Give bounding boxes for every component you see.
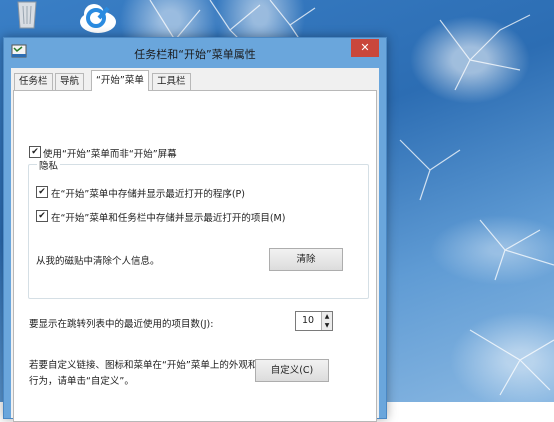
jump-list-count-spinner[interactable]: 10 ▲ ▼: [295, 311, 333, 331]
store-recent-programs-checkbox[interactable]: ✔: [36, 186, 48, 198]
clear-button[interactable]: 清除: [269, 248, 343, 271]
cloud-app-icon[interactable]: [72, 0, 120, 36]
use-start-menu-label[interactable]: 使用“开始”菜单而非“开始”屏幕: [43, 146, 177, 160]
taskbar-start-menu-properties-dialog: 任务栏和“开始”菜单属性 ✕ 任务栏 导航 “开始”菜单 工具栏 ✔ 使用“开始…: [3, 37, 387, 422]
store-recent-items-label[interactable]: 在“开始”菜单和任务栏中存储并显示最近打开的项目(M): [51, 210, 285, 224]
window-title: 任务栏和“开始”菜单属性: [134, 48, 256, 61]
close-button[interactable]: ✕: [351, 39, 379, 57]
jump-list-count-value[interactable]: 10: [302, 315, 314, 326]
spin-up-icon[interactable]: ▲: [323, 312, 331, 321]
privacy-group: 隐私 ✔ 在“开始”菜单中存储并显示最近打开的程序(P) ✔ 在“开始”菜单和任…: [28, 158, 369, 299]
dialog-client-area: 任务栏 导航 “开始”菜单 工具栏 ✔ 使用“开始”菜单而非“开始”屏幕 隐私 …: [11, 68, 379, 422]
customize-button[interactable]: 自定义(C): [255, 359, 329, 382]
start-menu-tab-panel: ✔ 使用“开始”菜单而非“开始”屏幕 隐私 ✔ 在“开始”菜单中存储并显示最近打…: [13, 90, 377, 422]
store-recent-items-checkbox[interactable]: ✔: [36, 210, 48, 222]
recycle-bin-icon[interactable]: [10, 0, 44, 30]
customize-description-line1: 若要自定义链接、图标和菜单在“开始”菜单上的外观和: [29, 360, 258, 371]
customize-description-line2: 行为，请单击“自定义”。: [29, 376, 134, 387]
tab-start-menu[interactable]: “开始”菜单: [91, 70, 149, 91]
jump-list-count-label: 要显示在跳转列表中的最近使用的项目数(J):: [29, 319, 214, 330]
clear-personal-info-label: 从我的磁贴中清除个人信息。: [36, 256, 160, 267]
store-recent-programs-label[interactable]: 在“开始”菜单中存储并显示最近打开的程序(P): [51, 186, 245, 200]
use-start-menu-checkbox[interactable]: ✔: [29, 146, 41, 158]
tab-taskbar[interactable]: 任务栏: [14, 73, 53, 90]
spinner-arrows: ▲ ▼: [321, 312, 332, 330]
spin-down-icon[interactable]: ▼: [323, 321, 331, 330]
title-bar[interactable]: 任务栏和“开始”菜单属性 ✕: [4, 38, 386, 66]
tab-toolbars[interactable]: 工具栏: [152, 73, 191, 90]
privacy-group-title: 隐私: [37, 158, 61, 172]
tab-navigation[interactable]: 导航: [55, 73, 85, 90]
